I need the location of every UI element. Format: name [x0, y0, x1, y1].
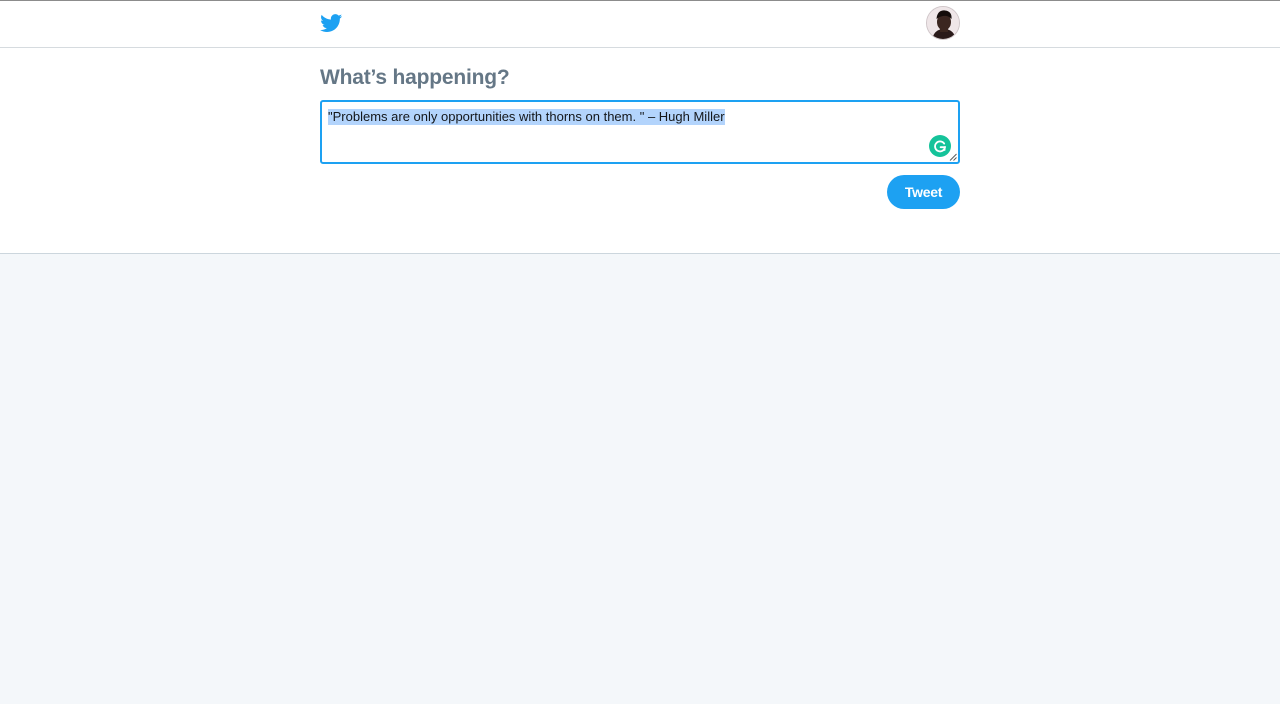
top-navigation-bar [0, 1, 1280, 48]
resize-handle-icon[interactable] [949, 153, 957, 161]
tweet-composer: What’s happening? "Problems are only opp… [0, 48, 1280, 254]
user-avatar[interactable] [926, 6, 960, 40]
composer-heading: What’s happening? [320, 66, 510, 89]
grammarly-g-icon[interactable] [929, 135, 951, 157]
tweet-textarea[interactable]: "Problems are only opportunities with th… [320, 100, 960, 164]
tweet-text-selected[interactable]: "Problems are only opportunities with th… [328, 109, 725, 125]
page: What’s happening? "Problems are only opp… [0, 0, 1280, 704]
tweet-button[interactable]: Tweet [887, 175, 960, 209]
twitter-bird-icon[interactable] [320, 12, 343, 34]
